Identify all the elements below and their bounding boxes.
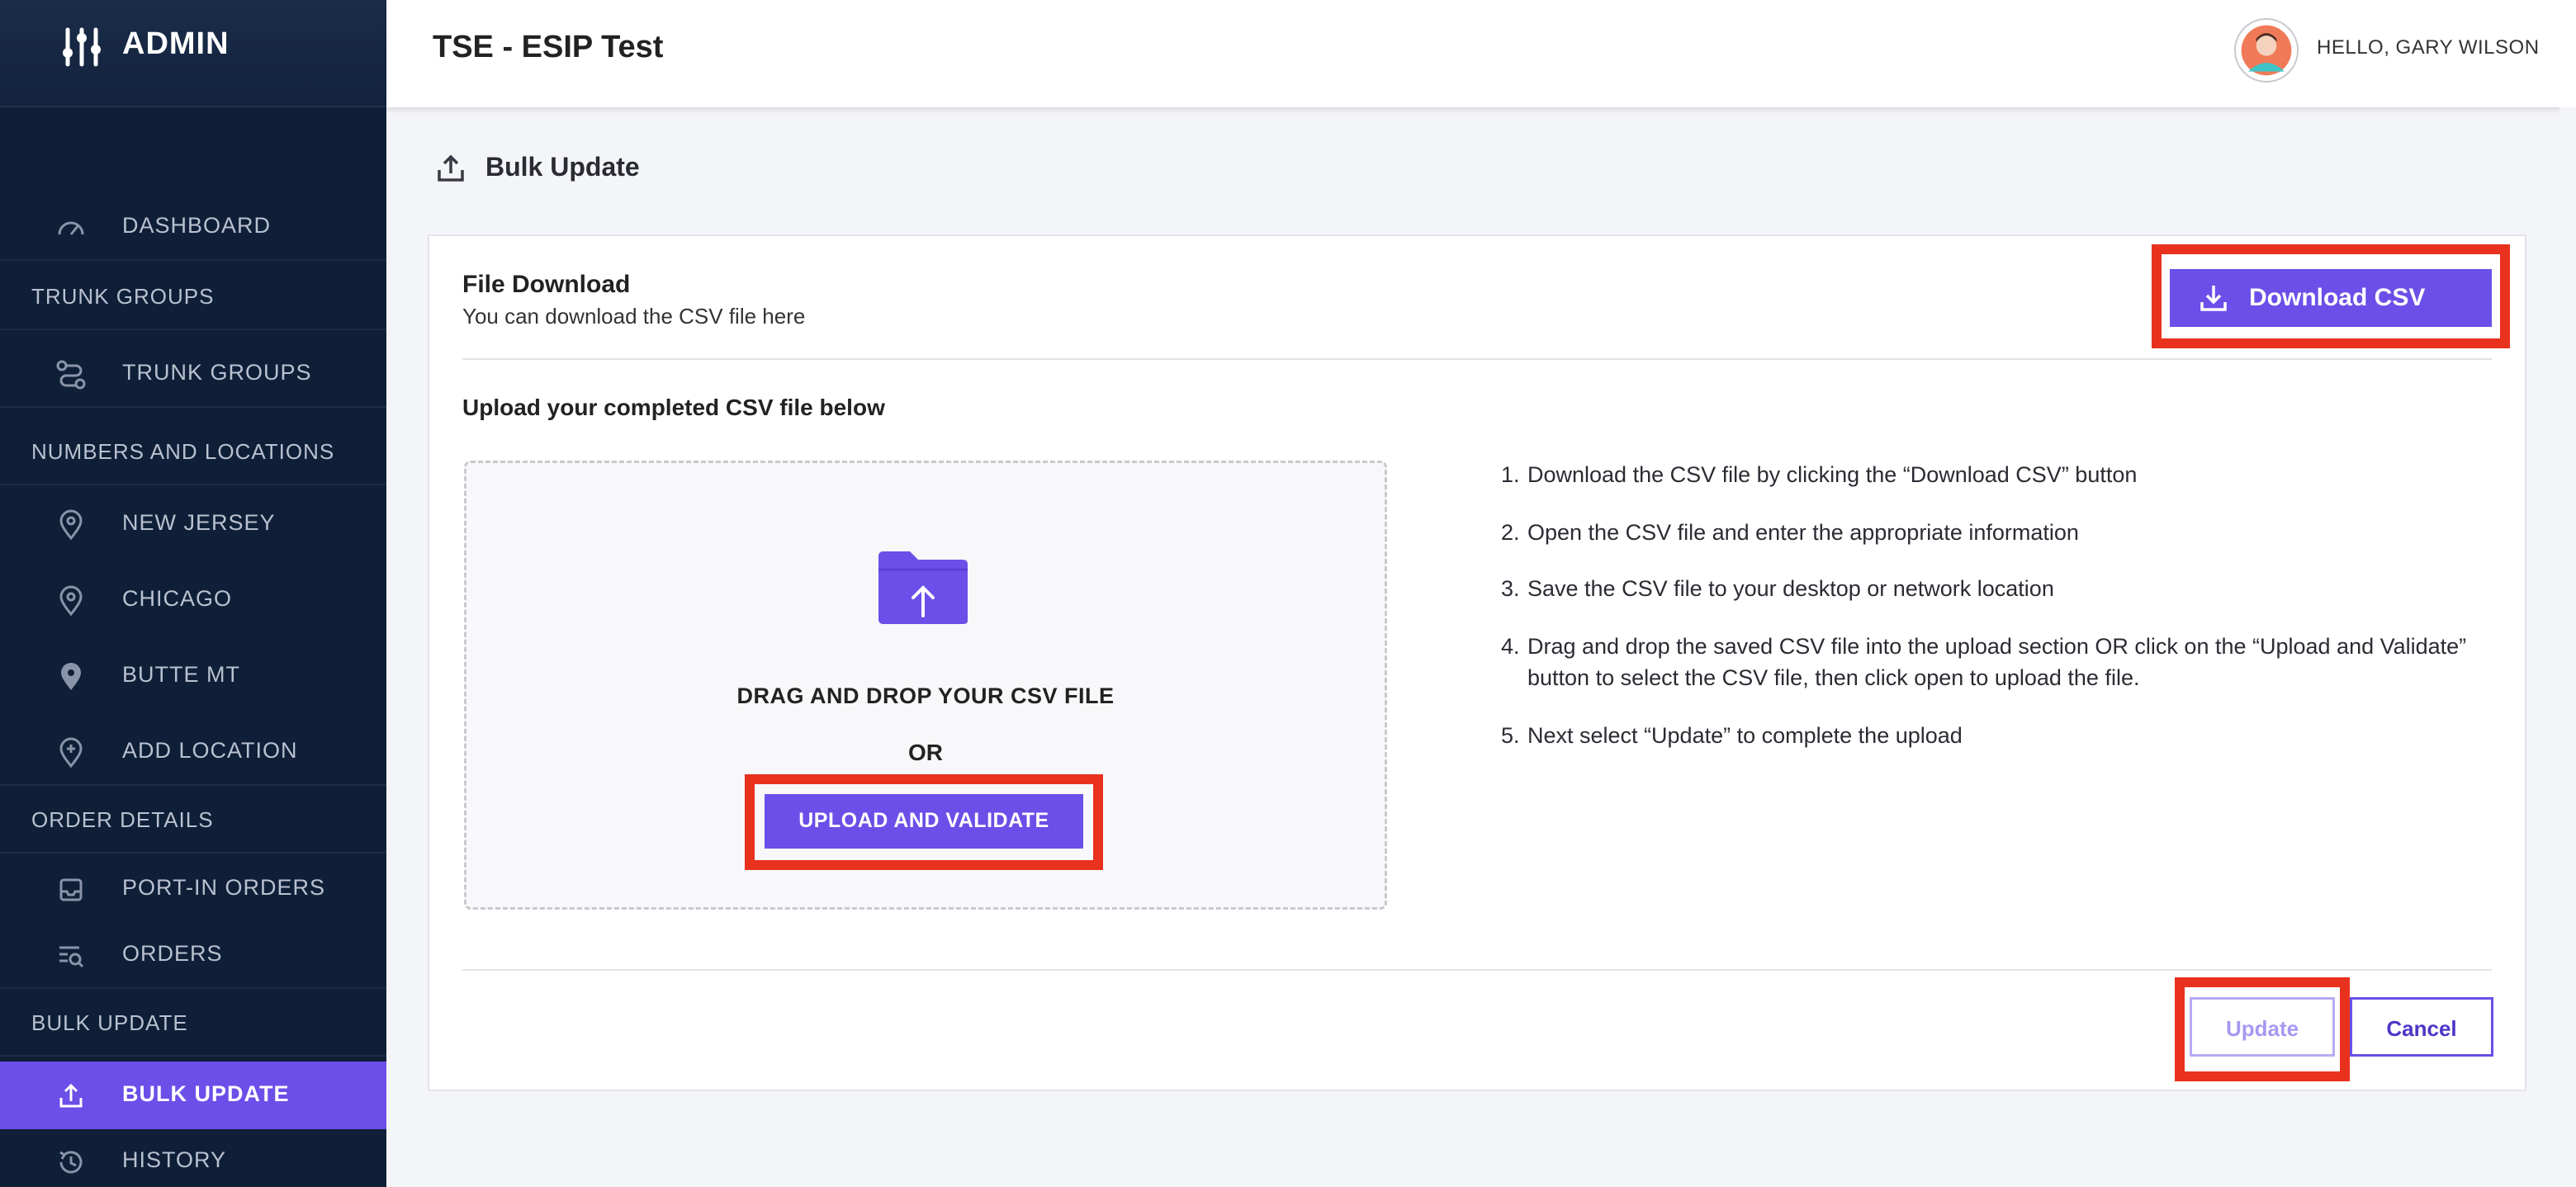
step-text: Save the CSV file to your desktop or net… <box>1527 576 2054 601</box>
gauge-icon <box>58 221 84 235</box>
sidebar-item-label: PORT-IN ORDERS <box>122 875 326 900</box>
step-number: 5. <box>1501 723 1520 748</box>
list-search-icon <box>59 946 84 968</box>
cancel-label: Cancel <box>2386 1016 2457 1041</box>
sliders-icon <box>63 27 101 67</box>
user-greeting: HELLO, GARY WILSON <box>2317 36 2540 59</box>
update-label: Update <box>2225 1016 2299 1041</box>
sidebar-item-label: BUTTE MT <box>122 662 240 687</box>
location-pin-outline-icon <box>59 509 83 541</box>
sidebar-item-orders[interactable]: ORDERS <box>0 921 386 989</box>
step-number: 4. <box>1501 634 1520 659</box>
download-csv-button[interactable]: Download CSV <box>2170 269 2492 327</box>
file-download-subtitle: You can download the CSV file here <box>462 304 806 329</box>
sidebar-item-bulk-update[interactable]: BULK UPDATE <box>0 1062 386 1129</box>
section-label: NUMBERS AND LOCATIONS <box>31 439 335 464</box>
section-label: TRUNK GROUPS <box>31 284 215 309</box>
instruction-step: 5. Next select “Update” to complete the … <box>1501 720 2492 751</box>
section-numbers-and-locations: NUMBERS AND LOCATIONS <box>0 418 386 485</box>
or-text: OR <box>908 740 943 765</box>
section-label: ORDER DETAILS <box>31 807 214 832</box>
brand-header[interactable]: ADMIN <box>0 0 386 107</box>
sidebar-item-add-location[interactable]: ADD LOCATION <box>0 718 386 786</box>
user-avatar-icon <box>2241 25 2292 76</box>
location-pin-outline-icon <box>59 585 83 617</box>
page-title: Bulk Update <box>485 152 640 182</box>
step-text: Download the CSV file by clicking the “D… <box>1527 462 2138 487</box>
location-add-icon <box>59 737 83 768</box>
inbox-icon <box>59 878 83 901</box>
sidebar-item-label: BULK UPDATE <box>122 1081 290 1106</box>
history-icon <box>59 1151 83 1174</box>
header-title: TSE - ESIP Test <box>433 30 664 64</box>
top-header: TSE - ESIP Test HELLO, GARY WILSON <box>386 0 2576 107</box>
step-number: 3. <box>1501 576 1520 601</box>
folder-upload-icon <box>878 551 968 624</box>
file-download-title: File Download <box>462 271 631 298</box>
location-pin-filled-icon <box>61 663 81 690</box>
section-order-details: ORDER DETAILS <box>0 786 386 854</box>
upload-icon <box>59 1083 83 1108</box>
sidebar: ADMIN DASHBOARD TRUNK GROUPS TRUNK GROUP… <box>0 0 386 1187</box>
sidebar-item-butte-mt[interactable]: BUTTE MT <box>0 642 386 710</box>
sidebar-item-label: NEW JERSEY <box>122 510 276 535</box>
sidebar-item-history[interactable]: HISTORY <box>0 1128 386 1187</box>
divider <box>462 358 2492 360</box>
instruction-step: 4. Drag and drop the saved CSV file into… <box>1501 631 2492 693</box>
step-text: Open the CSV file and enter the appropri… <box>1527 520 2079 545</box>
section-bulk-update: BULK UPDATE <box>0 989 386 1057</box>
sidebar-item-trunk-groups[interactable]: TRUNK GROUPS <box>0 340 386 408</box>
update-button[interactable]: Update <box>2190 997 2335 1057</box>
section-label: BULK UPDATE <box>31 1010 188 1035</box>
drag-drop-text: DRAG AND DROP YOUR CSV FILE <box>736 683 1115 708</box>
sidebar-item-label: HISTORY <box>122 1147 227 1172</box>
sidebar-item-label: ADD LOCATION <box>122 738 298 763</box>
sidebar-item-label: TRUNK GROUPS <box>122 360 312 385</box>
brand-title: ADMIN <box>122 26 230 61</box>
instruction-step: 1. Download the CSV file by clicking the… <box>1501 459 2492 490</box>
scrollbar-track[interactable] <box>2559 107 2576 1187</box>
sidebar-item-port-in-orders[interactable]: PORT-IN ORDERS <box>0 855 386 923</box>
sidebar-item-label: ORDERS <box>122 941 223 966</box>
upload-and-validate-label: UPLOAD AND VALIDATE <box>798 809 1049 832</box>
sidebar-item-label: DASHBOARD <box>122 213 272 238</box>
divider <box>462 969 2492 971</box>
avatar[interactable] <box>2234 18 2299 83</box>
instruction-step: 2. Open the CSV file and enter the appro… <box>1501 517 2492 548</box>
step-number: 1. <box>1501 462 1520 487</box>
section-trunk-groups: TRUNK GROUPS <box>0 262 386 330</box>
upload-heading: Upload your completed CSV file below <box>462 395 885 420</box>
download-csv-label: Download CSV <box>2249 284 2426 311</box>
cancel-button[interactable]: Cancel <box>2350 997 2493 1057</box>
sidebar-item-new-jersey[interactable]: NEW JERSEY <box>0 490 386 558</box>
sidebar-item-label: CHICAGO <box>122 586 233 611</box>
step-number: 2. <box>1501 520 1520 545</box>
download-icon <box>2200 286 2227 311</box>
sidebar-item-chicago[interactable]: CHICAGO <box>0 566 386 634</box>
instruction-step: 3. Save the CSV file to your desktop or … <box>1501 573 2492 604</box>
upload-and-validate-button[interactable]: UPLOAD AND VALIDATE <box>765 794 1083 849</box>
upload-icon <box>438 154 464 182</box>
route-icon <box>56 360 86 390</box>
sidebar-item-dashboard[interactable]: DASHBOARD <box>0 193 386 261</box>
step-text: Drag and drop the saved CSV file into th… <box>1527 634 2467 690</box>
step-text: Next select “Update” to complete the upl… <box>1527 723 1963 748</box>
